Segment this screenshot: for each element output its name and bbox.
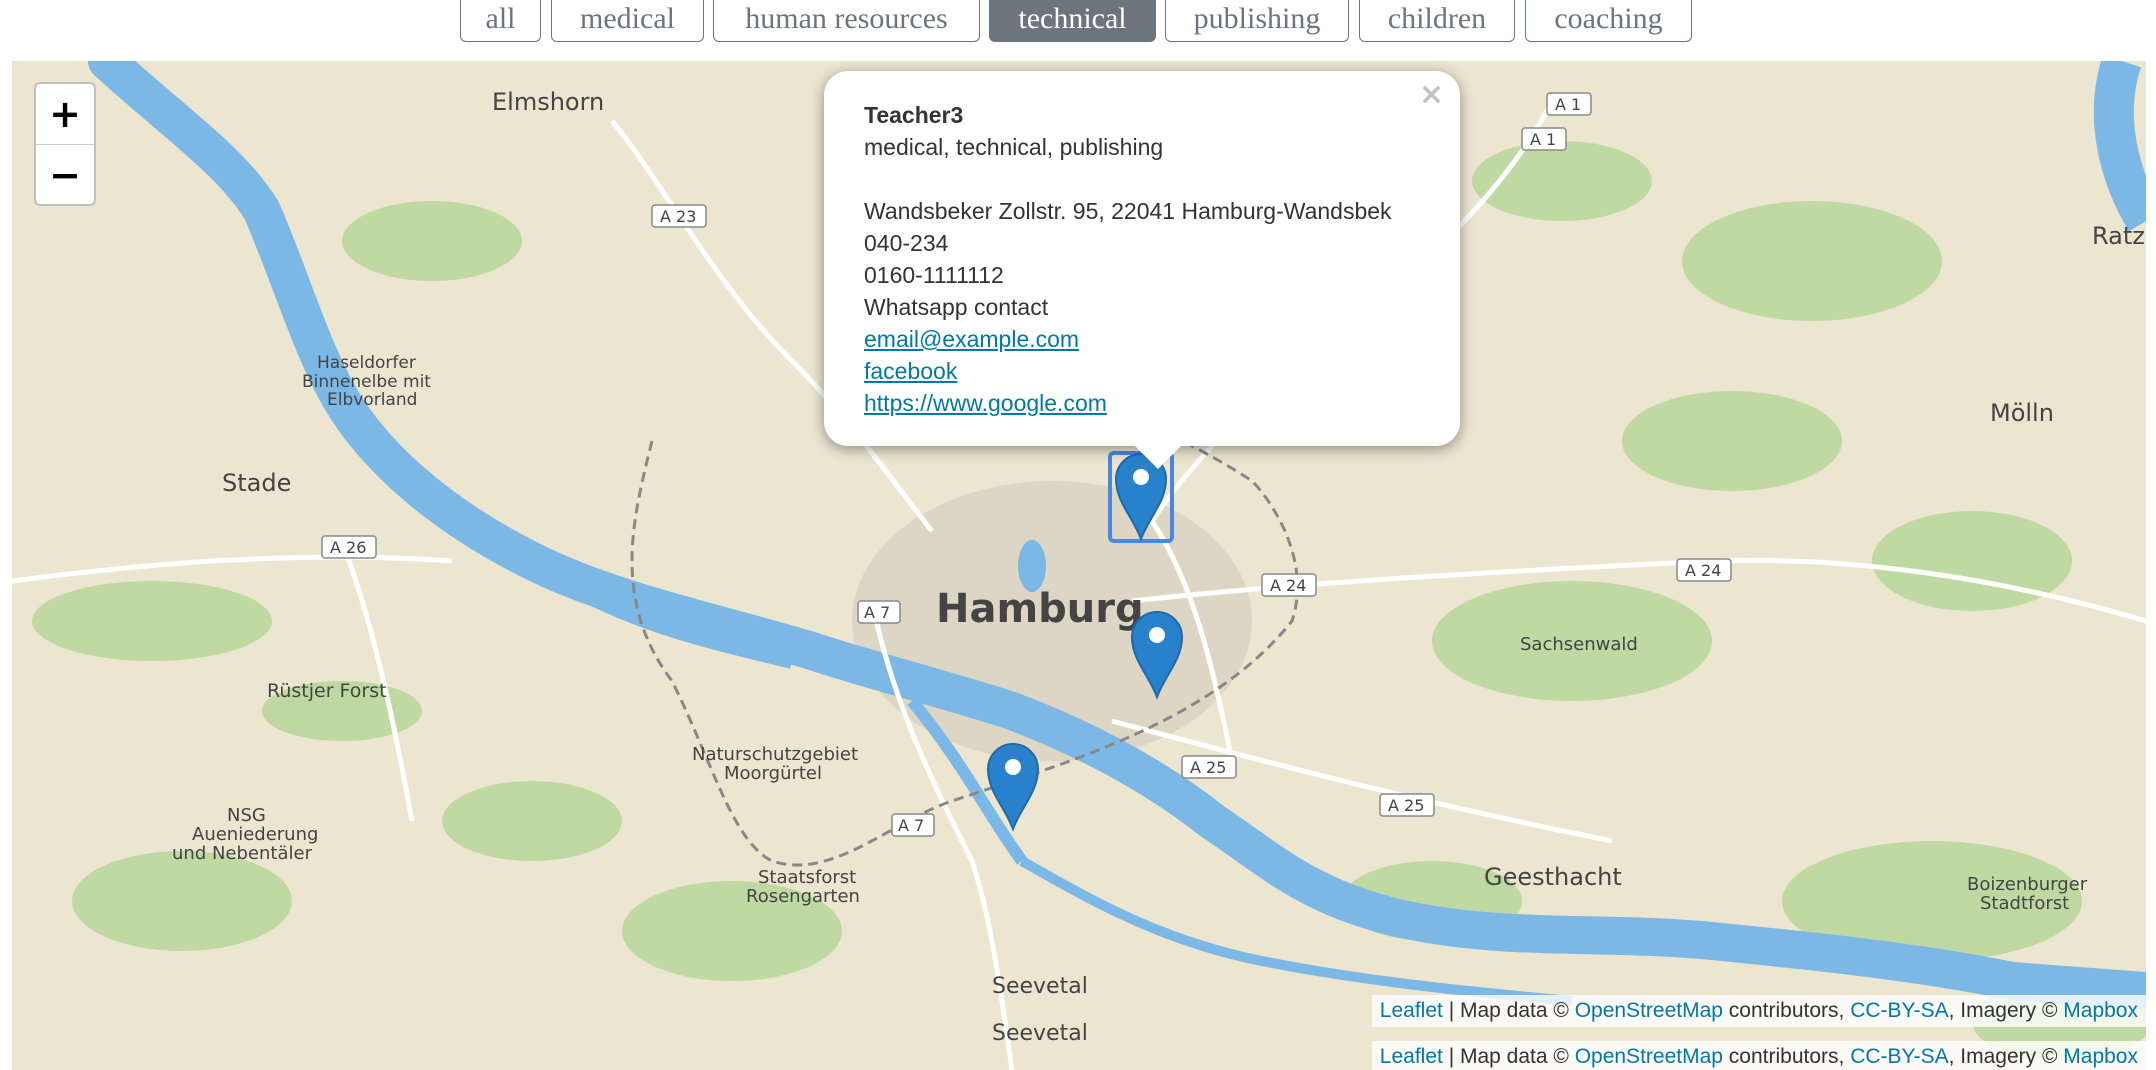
- road-shield-a7-south: A 7: [891, 813, 935, 837]
- mapbox-link[interactable]: Mapbox: [2063, 999, 2138, 1023]
- place-moorguertel: Moorgürtel: [724, 763, 822, 784]
- map-container[interactable]: Elmshorn Haseldorfer Binnenelbe mit Elbv…: [12, 61, 2146, 1070]
- road-shield-a1: A 1: [1521, 127, 1567, 151]
- filter-technical-button[interactable]: technical: [989, 0, 1156, 42]
- road-shield-a1-top: A 1: [1546, 92, 1592, 116]
- teacher-email-link[interactable]: email@example.com: [864, 323, 1420, 355]
- category-filter-bar: all medical human resources technical pu…: [0, 0, 2156, 56]
- place-seevetal: Seevetal: [992, 974, 1088, 999]
- attribution-text: contributors,: [1722, 1045, 1851, 1068]
- osm-link[interactable]: OpenStreetMap: [1575, 999, 1723, 1023]
- osm-link[interactable]: OpenStreetMap: [1575, 1045, 1723, 1069]
- place-geesthacht: Geesthacht: [1484, 863, 1622, 891]
- svg-text:A 7: A 7: [898, 816, 924, 835]
- place-boizenburger: Boizenburger: [1967, 874, 2088, 895]
- teacher-facebook-link[interactable]: facebook: [864, 355, 1420, 387]
- place-elmshorn: Elmshorn: [492, 88, 604, 116]
- svg-text:A 1: A 1: [1530, 130, 1556, 149]
- place-nebentaeler: und Nebentäler: [172, 843, 313, 864]
- place-hamburg: Hamburg: [936, 586, 1144, 632]
- svg-text:A 24: A 24: [1270, 576, 1306, 595]
- zoom-in-button[interactable]: +: [36, 84, 94, 144]
- mapbox-link[interactable]: Mapbox: [2063, 1045, 2138, 1069]
- zoom-control: + −: [34, 82, 96, 206]
- filter-all-button[interactable]: all: [460, 0, 541, 42]
- attribution-text: , Imagery ©: [1948, 1045, 2064, 1068]
- svg-text:A 26: A 26: [330, 538, 366, 557]
- marker-popup: × Teacher3 medical, technical, publishin…: [824, 71, 1460, 446]
- svg-text:A 24: A 24: [1685, 561, 1721, 580]
- popup-tip: [1134, 445, 1182, 469]
- zoom-out-button[interactable]: −: [36, 144, 94, 204]
- license-link[interactable]: CC-BY-SA: [1850, 1045, 1948, 1069]
- license-link[interactable]: CC-BY-SA: [1850, 999, 1948, 1023]
- teacher-mobile: 0160-1111112: [864, 262, 1004, 288]
- leaflet-link[interactable]: Leaflet: [1380, 1045, 1443, 1069]
- attribution-text: , Imagery ©: [1948, 999, 2064, 1022]
- filter-coaching-button[interactable]: coaching: [1525, 0, 1692, 42]
- svg-text:A 7: A 7: [864, 603, 890, 622]
- place-nsg: NSG: [227, 805, 266, 826]
- place-moelln: Mölln: [1990, 399, 2054, 427]
- teacher-whatsapp: Whatsapp contact: [864, 294, 1049, 320]
- teacher-website-link[interactable]: https://www.google.com: [864, 387, 1420, 419]
- place-stadtforst: Stadtforst: [1980, 893, 2069, 914]
- leaflet-link[interactable]: Leaflet: [1380, 999, 1443, 1023]
- road-shield-a26: A 26: [321, 535, 377, 559]
- attribution-text: | Map data ©: [1442, 999, 1575, 1022]
- place-haseldorfer: Haseldorfer: [317, 353, 416, 373]
- map-attribution: Leaflet | Map data © OpenStreetMap contr…: [1371, 995, 2146, 1027]
- place-staatsforst: Staatsforst: [758, 867, 856, 888]
- road-shield-a25-east: A 25: [1379, 793, 1435, 817]
- attribution-text: contributors,: [1722, 999, 1851, 1022]
- filter-publishing-button[interactable]: publishing: [1165, 0, 1349, 42]
- popup-close-button[interactable]: ×: [1419, 79, 1444, 111]
- place-auenied: Aueniederung: [192, 824, 318, 845]
- place-stade: Stade: [222, 469, 291, 497]
- road-shield-a24: A 24: [1261, 573, 1317, 597]
- teacher-name: Teacher3: [864, 102, 964, 128]
- filter-human-resources-button[interactable]: human resources: [713, 0, 980, 42]
- map-attribution-2: Leaflet | Map data © OpenStreetMap contr…: [1371, 1041, 2146, 1070]
- place-binnenelbe: Binnenelbe mit: [302, 372, 431, 392]
- place-sachsenwald: Sachsenwald: [1520, 634, 1638, 655]
- filter-children-button[interactable]: children: [1359, 0, 1515, 42]
- teacher-phone: 040-234: [864, 230, 949, 256]
- filter-medical-button[interactable]: medical: [551, 0, 704, 42]
- svg-text:A 23: A 23: [660, 207, 696, 226]
- svg-text:A 1: A 1: [1555, 95, 1581, 114]
- place-seevetal-2: Seevetal: [992, 1021, 1088, 1046]
- place-naturschutzgebiet: Naturschutzgebiet: [692, 744, 858, 765]
- svg-text:A 25: A 25: [1190, 758, 1226, 777]
- road-shield-a23: A 23: [651, 204, 707, 228]
- road-shield-a24-east: A 24: [1676, 558, 1732, 582]
- attribution-text: | Map data ©: [1442, 1045, 1575, 1068]
- road-shield-a7: A 7: [857, 600, 901, 624]
- teacher-address: Wandsbeker Zollstr. 95, 22041 Hamburg-Wa…: [864, 198, 1392, 224]
- teacher-categories: medical, technical, publishing: [864, 134, 1164, 160]
- svg-text:A 25: A 25: [1388, 796, 1424, 815]
- place-ruestjer-forst: Rüstjer Forst: [267, 680, 387, 702]
- road-shield-a25: A 25: [1181, 755, 1237, 779]
- place-elbvorland: Elbvorland: [327, 390, 417, 410]
- place-rosengarten: Rosengarten: [746, 886, 860, 907]
- place-ratze: Ratze: [2092, 222, 2146, 250]
